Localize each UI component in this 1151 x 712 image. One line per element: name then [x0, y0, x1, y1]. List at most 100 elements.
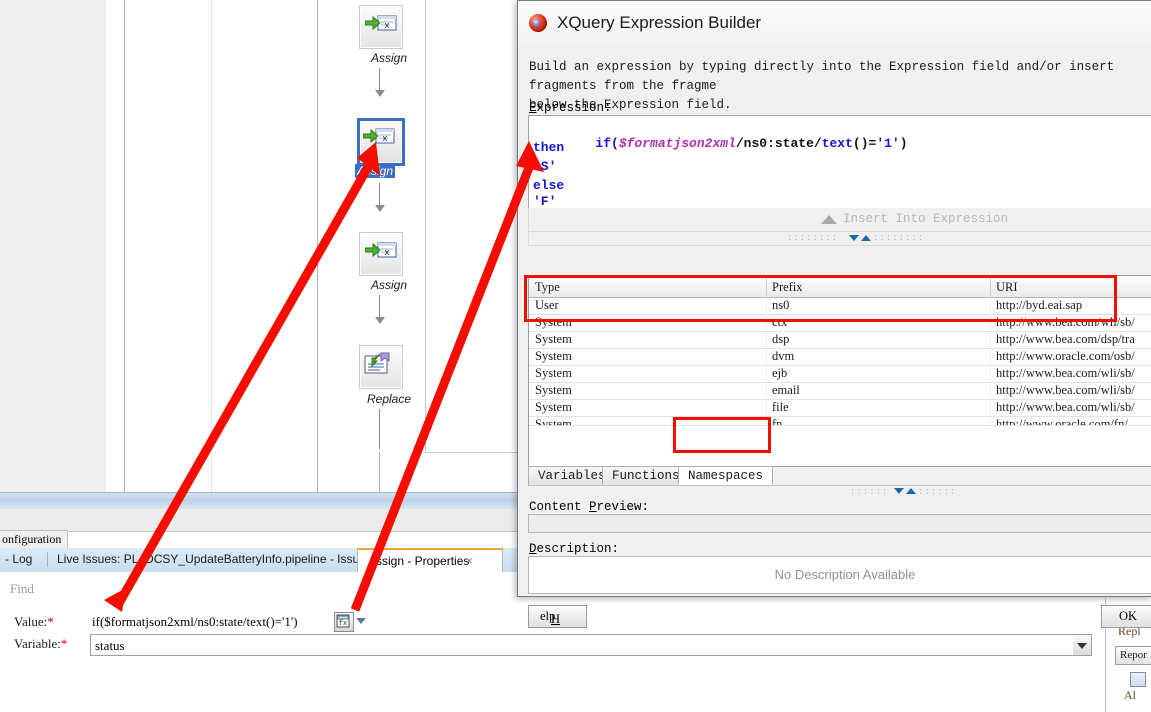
annotation-highlight-namespaces-tab — [673, 417, 771, 453]
ok-button-label: OK — [1119, 609, 1138, 623]
chevron-down-icon[interactable] — [894, 488, 904, 494]
replace-icon — [364, 352, 390, 374]
cell-divider — [990, 416, 991, 425]
expr-token-operator: ()= — [852, 136, 877, 151]
flow-node-assign-2[interactable]: x — [357, 118, 405, 166]
chevron-up-icon[interactable] — [861, 235, 871, 241]
tab-assign-properties[interactable]: Assign - Properties × — [357, 548, 503, 574]
tab-divider — [47, 552, 48, 567]
flow-node-assign-1[interactable]: x — [359, 5, 403, 49]
tab-functions[interactable]: Functions — [602, 466, 690, 485]
ok-button[interactable]: OK — [1101, 605, 1151, 628]
dialog-titlebar[interactable]: XQuery Expression Builder — [518, 1, 1151, 46]
expression-builder-icon[interactable]: fx — [334, 612, 354, 632]
dialog-instructions-line2: below the Expression field. — [529, 98, 732, 112]
required-marker: * — [60, 636, 68, 651]
table-row[interactable]: System email http://www.bea.com/wli/sb/ — [529, 382, 1151, 400]
cell-prefix: dsp — [772, 332, 790, 346]
flow-connector-arrow — [375, 205, 385, 212]
flow-node-replace[interactable] — [359, 345, 403, 389]
cell-divider — [990, 399, 991, 416]
flow-connector-tail — [379, 452, 380, 492]
expression-label: Expression: — [529, 101, 612, 115]
splitter-grip-right: :::::: — [918, 487, 957, 497]
dialog-instructions-line1: Build an expression by typing directly i… — [529, 60, 1115, 93]
help-button-label: Help — [540, 609, 561, 626]
svg-text:x: x — [382, 134, 387, 144]
value-dropdown-caret-icon[interactable] — [356, 618, 366, 624]
insert-into-expression-button[interactable]: Insert Into Expression — [528, 208, 1151, 232]
description-box: No Description Available — [528, 556, 1151, 594]
close-icon[interactable]: × — [466, 554, 473, 568]
expression-line-4: else — [533, 178, 565, 193]
expression-line-2: then — [533, 140, 565, 155]
oracle-orb-icon — [529, 14, 547, 32]
cell-divider — [990, 365, 991, 382]
expression-line-3: 'S' — [533, 159, 557, 174]
flow-connector — [379, 183, 380, 205]
flow-connector — [379, 68, 380, 90]
find-input-placeholder[interactable]: Find — [10, 581, 34, 597]
flow-connector — [379, 295, 380, 317]
expr-token-variable: $formatjson2xml — [618, 136, 736, 151]
value-field-label: Value:* — [14, 614, 54, 629]
chevron-up-icon[interactable] — [906, 488, 916, 494]
assign-icon: x — [365, 15, 397, 31]
table-row[interactable]: System file http://www.bea.com/wli/sb/ — [529, 399, 1151, 417]
tab-live-issues[interactable]: Live Issues: PL_DCSY_UpdateBatteryInfo.p… — [57, 552, 372, 566]
cell-divider — [766, 382, 767, 399]
table-row[interactable]: System fn http://www.oracle.com/fn/ — [529, 416, 1151, 426]
dialog-splitter-top[interactable]: :::::::: :::::::: — [528, 231, 1151, 246]
cell-uri: http://www.oracle.com/fn/ — [996, 417, 1128, 426]
description-text: No Description Available — [774, 567, 916, 582]
tab-log[interactable]: - Log — [5, 552, 32, 566]
report-button[interactable]: Repor — [1115, 646, 1151, 665]
dialog-splitter-bottom[interactable]: :::::: :::::: — [528, 486, 1151, 498]
splitter-grip-left: :::::::: — [787, 233, 839, 243]
cell-divider — [766, 331, 767, 348]
value-field-text[interactable]: if($formatjson2xml/ns0:state/text()='1') — [92, 614, 298, 630]
chevron-up-icon — [821, 215, 837, 224]
rail-alert-label: Al — [1124, 688, 1136, 702]
assign-icon: x — [363, 128, 395, 144]
flow-node-label: Replace — [366, 392, 412, 406]
expr-token-path: /ns0:state/ — [735, 136, 822, 151]
tab-configuration-label: onfiguration — [2, 532, 62, 546]
cell-divider — [766, 365, 767, 382]
chevron-down-icon[interactable] — [849, 235, 859, 241]
content-preview-box — [528, 514, 1151, 533]
cell-type: System — [535, 383, 572, 397]
required-marker: * — [47, 614, 54, 629]
cell-uri: http://www.bea.com/wli/sb/ — [996, 366, 1135, 380]
expression-editor[interactable]: if($formatjson2xml/ns0:state/text()='1')… — [528, 115, 1151, 209]
expr-token-if: if( — [595, 136, 619, 151]
table-row[interactable]: System ejb http://www.bea.com/wli/sb/ — [529, 365, 1151, 383]
cell-divider — [990, 382, 991, 399]
cell-type: System — [535, 332, 572, 346]
flow-node-assign-3[interactable]: x — [359, 232, 403, 276]
table-row[interactable]: System dvm http://www.oracle.com/osb/ — [529, 348, 1151, 366]
cell-prefix: ejb — [772, 366, 788, 380]
help-button[interactable]: Help — [528, 605, 587, 628]
cell-divider — [990, 348, 991, 365]
cell-prefix: dvm — [772, 349, 795, 363]
cell-type: System — [535, 417, 572, 426]
variable-input[interactable]: status — [90, 634, 1092, 656]
variable-input-value: status — [95, 638, 125, 653]
tab-namespaces[interactable]: Namespaces — [678, 466, 774, 485]
alert-rail-icon[interactable] — [1130, 672, 1146, 687]
report-button-label: Repor — [1120, 649, 1147, 661]
table-row[interactable]: System dsp http://www.bea.com/dsp/tra — [529, 331, 1151, 349]
svg-text:x: x — [384, 21, 389, 31]
description-label: Description: — [529, 542, 620, 556]
canvas-guide-line — [211, 0, 212, 492]
expr-token-paren: ) — [899, 136, 908, 151]
ide-left-gutter — [0, 0, 106, 492]
flow-node-label: Assign — [370, 51, 408, 65]
flow-node-label: Assign — [370, 278, 408, 292]
variable-dropdown-button[interactable] — [1073, 634, 1092, 656]
tab-assign-properties-label: Assign - Properties — [368, 554, 470, 568]
flow-connector-arrow — [375, 90, 385, 97]
cell-prefix: file — [772, 400, 789, 414]
cell-uri: http://www.bea.com/dsp/tra — [996, 332, 1135, 346]
